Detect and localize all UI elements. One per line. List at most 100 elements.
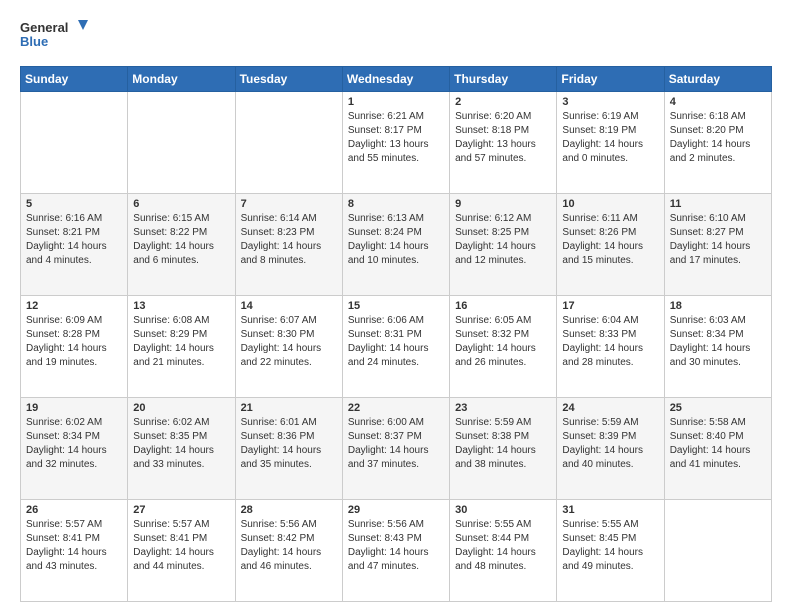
day-number: 23: [455, 402, 551, 414]
calendar-cell: 3 Sunrise: 6:19 AMSunset: 8:19 PMDaylight…: [557, 92, 664, 194]
day-info: Sunrise: 6:00 AMSunset: 8:37 PMDaylight:…: [348, 416, 444, 472]
day-number: 30: [455, 504, 551, 516]
day-number: 22: [348, 402, 444, 414]
calendar-cell: 5 Sunrise: 6:16 AMSunset: 8:21 PMDaylight…: [21, 194, 128, 296]
day-number: 3: [562, 96, 658, 108]
calendar-week-4: 19 Sunrise: 6:02 AMSunset: 8:34 PMDayligh…: [21, 398, 772, 500]
calendar-cell: [128, 92, 235, 194]
day-info: Sunrise: 6:04 AMSunset: 8:33 PMDaylight:…: [562, 314, 658, 370]
calendar-week-2: 5 Sunrise: 6:16 AMSunset: 8:21 PMDaylight…: [21, 194, 772, 296]
day-number: 18: [670, 300, 766, 312]
day-number: 4: [670, 96, 766, 108]
calendar-cell: 1 Sunrise: 6:21 AMSunset: 8:17 PMDaylight…: [342, 92, 449, 194]
day-info: Sunrise: 5:59 AMSunset: 8:38 PMDaylight:…: [455, 416, 551, 472]
calendar-week-1: 1 Sunrise: 6:21 AMSunset: 8:17 PMDaylight…: [21, 92, 772, 194]
calendar-cell: 14 Sunrise: 6:07 AMSunset: 8:30 PMDayligh…: [235, 296, 342, 398]
svg-text:General: General: [20, 20, 68, 35]
day-info: Sunrise: 6:07 AMSunset: 8:30 PMDaylight:…: [241, 314, 337, 370]
day-info: Sunrise: 6:14 AMSunset: 8:23 PMDaylight:…: [241, 212, 337, 268]
day-info: Sunrise: 6:13 AMSunset: 8:24 PMDaylight:…: [348, 212, 444, 268]
day-info: Sunrise: 5:56 AMSunset: 8:42 PMDaylight:…: [241, 518, 337, 574]
calendar-week-5: 26 Sunrise: 5:57 AMSunset: 8:41 PMDayligh…: [21, 500, 772, 602]
calendar-header-saturday: Saturday: [664, 67, 771, 92]
calendar-table: SundayMondayTuesdayWednesdayThursdayFrid…: [20, 66, 772, 602]
day-number: 7: [241, 198, 337, 210]
day-number: 26: [26, 504, 122, 516]
logo: General Blue: [20, 16, 90, 56]
day-number: 2: [455, 96, 551, 108]
day-number: 1: [348, 96, 444, 108]
day-info: Sunrise: 6:12 AMSunset: 8:25 PMDaylight:…: [455, 212, 551, 268]
logo-svg: General Blue: [20, 16, 90, 56]
day-info: Sunrise: 6:20 AMSunset: 8:18 PMDaylight:…: [455, 110, 551, 166]
day-number: 11: [670, 198, 766, 210]
day-info: Sunrise: 6:03 AMSunset: 8:34 PMDaylight:…: [670, 314, 766, 370]
svg-text:Blue: Blue: [20, 34, 48, 49]
day-info: Sunrise: 5:55 AMSunset: 8:45 PMDaylight:…: [562, 518, 658, 574]
calendar-cell: 7 Sunrise: 6:14 AMSunset: 8:23 PMDaylight…: [235, 194, 342, 296]
calendar-cell: 28 Sunrise: 5:56 AMSunset: 8:42 PMDayligh…: [235, 500, 342, 602]
calendar-cell: [21, 92, 128, 194]
day-number: 14: [241, 300, 337, 312]
day-number: 5: [26, 198, 122, 210]
calendar-cell: 19 Sunrise: 6:02 AMSunset: 8:34 PMDayligh…: [21, 398, 128, 500]
day-info: Sunrise: 5:57 AMSunset: 8:41 PMDaylight:…: [26, 518, 122, 574]
day-number: 29: [348, 504, 444, 516]
calendar-cell: [664, 500, 771, 602]
day-number: 13: [133, 300, 229, 312]
day-info: Sunrise: 6:08 AMSunset: 8:29 PMDaylight:…: [133, 314, 229, 370]
calendar-cell: 22 Sunrise: 6:00 AMSunset: 8:37 PMDayligh…: [342, 398, 449, 500]
day-number: 6: [133, 198, 229, 210]
day-info: Sunrise: 6:18 AMSunset: 8:20 PMDaylight:…: [670, 110, 766, 166]
day-info: Sunrise: 6:05 AMSunset: 8:32 PMDaylight:…: [455, 314, 551, 370]
day-info: Sunrise: 6:16 AMSunset: 8:21 PMDaylight:…: [26, 212, 122, 268]
day-number: 19: [26, 402, 122, 414]
day-number: 25: [670, 402, 766, 414]
calendar-header-monday: Monday: [128, 67, 235, 92]
calendar-cell: 26 Sunrise: 5:57 AMSunset: 8:41 PMDayligh…: [21, 500, 128, 602]
day-info: Sunrise: 6:02 AMSunset: 8:34 PMDaylight:…: [26, 416, 122, 472]
calendar-cell: 4 Sunrise: 6:18 AMSunset: 8:20 PMDaylight…: [664, 92, 771, 194]
day-number: 9: [455, 198, 551, 210]
day-info: Sunrise: 6:11 AMSunset: 8:26 PMDaylight:…: [562, 212, 658, 268]
day-number: 12: [26, 300, 122, 312]
calendar-cell: 10 Sunrise: 6:11 AMSunset: 8:26 PMDayligh…: [557, 194, 664, 296]
day-number: 27: [133, 504, 229, 516]
day-info: Sunrise: 5:55 AMSunset: 8:44 PMDaylight:…: [455, 518, 551, 574]
day-number: 17: [562, 300, 658, 312]
calendar-week-3: 12Sunrise: 6:09 AMSunset: 8:28 PMDayligh…: [21, 296, 772, 398]
day-number: 16: [455, 300, 551, 312]
page: General Blue SundayMondayTuesdayWednesda…: [0, 0, 792, 612]
day-info: Sunrise: 5:56 AMSunset: 8:43 PMDaylight:…: [348, 518, 444, 574]
calendar-header-tuesday: Tuesday: [235, 67, 342, 92]
day-number: 8: [348, 198, 444, 210]
calendar-header-sunday: Sunday: [21, 67, 128, 92]
day-info: Sunrise: 5:58 AMSunset: 8:40 PMDaylight:…: [670, 416, 766, 472]
calendar-cell: 13 Sunrise: 6:08 AMSunset: 8:29 PMDayligh…: [128, 296, 235, 398]
calendar-cell: 21Sunrise: 6:01 AMSunset: 8:36 PMDayligh…: [235, 398, 342, 500]
day-number: 10: [562, 198, 658, 210]
day-info: Sunrise: 6:19 AMSunset: 8:19 PMDaylight:…: [562, 110, 658, 166]
calendar-cell: 20Sunrise: 6:02 AMSunset: 8:35 PMDayligh…: [128, 398, 235, 500]
calendar-cell: 11Sunrise: 6:10 AMSunset: 8:27 PMDayligh…: [664, 194, 771, 296]
day-number: 24: [562, 402, 658, 414]
calendar-cell: 15Sunrise: 6:06 AMSunset: 8:31 PMDayligh…: [342, 296, 449, 398]
calendar-cell: 17 Sunrise: 6:04 AMSunset: 8:33 PMDayligh…: [557, 296, 664, 398]
calendar-header-row: SundayMondayTuesdayWednesdayThursdayFrid…: [21, 67, 772, 92]
day-info: Sunrise: 6:21 AMSunset: 8:17 PMDaylight:…: [348, 110, 444, 166]
header: General Blue: [20, 16, 772, 56]
calendar-cell: 8 Sunrise: 6:13 AMSunset: 8:24 PMDaylight…: [342, 194, 449, 296]
day-info: Sunrise: 5:57 AMSunset: 8:41 PMDaylight:…: [133, 518, 229, 574]
day-number: 20: [133, 402, 229, 414]
calendar-header-wednesday: Wednesday: [342, 67, 449, 92]
calendar-cell: 24 Sunrise: 5:59 AMSunset: 8:39 PMDayligh…: [557, 398, 664, 500]
calendar-cell: 18 Sunrise: 6:03 AMSunset: 8:34 PMDayligh…: [664, 296, 771, 398]
calendar-header-friday: Friday: [557, 67, 664, 92]
calendar-cell: 25 Sunrise: 5:58 AMSunset: 8:40 PMDayligh…: [664, 398, 771, 500]
calendar-cell: 27 Sunrise: 5:57 AMSunset: 8:41 PMDayligh…: [128, 500, 235, 602]
day-info: Sunrise: 5:59 AMSunset: 8:39 PMDaylight:…: [562, 416, 658, 472]
day-number: 28: [241, 504, 337, 516]
calendar-cell: 16 Sunrise: 6:05 AMSunset: 8:32 PMDayligh…: [450, 296, 557, 398]
calendar-cell: 29 Sunrise: 5:56 AMSunset: 8:43 PMDayligh…: [342, 500, 449, 602]
day-info: Sunrise: 6:15 AMSunset: 8:22 PMDaylight:…: [133, 212, 229, 268]
